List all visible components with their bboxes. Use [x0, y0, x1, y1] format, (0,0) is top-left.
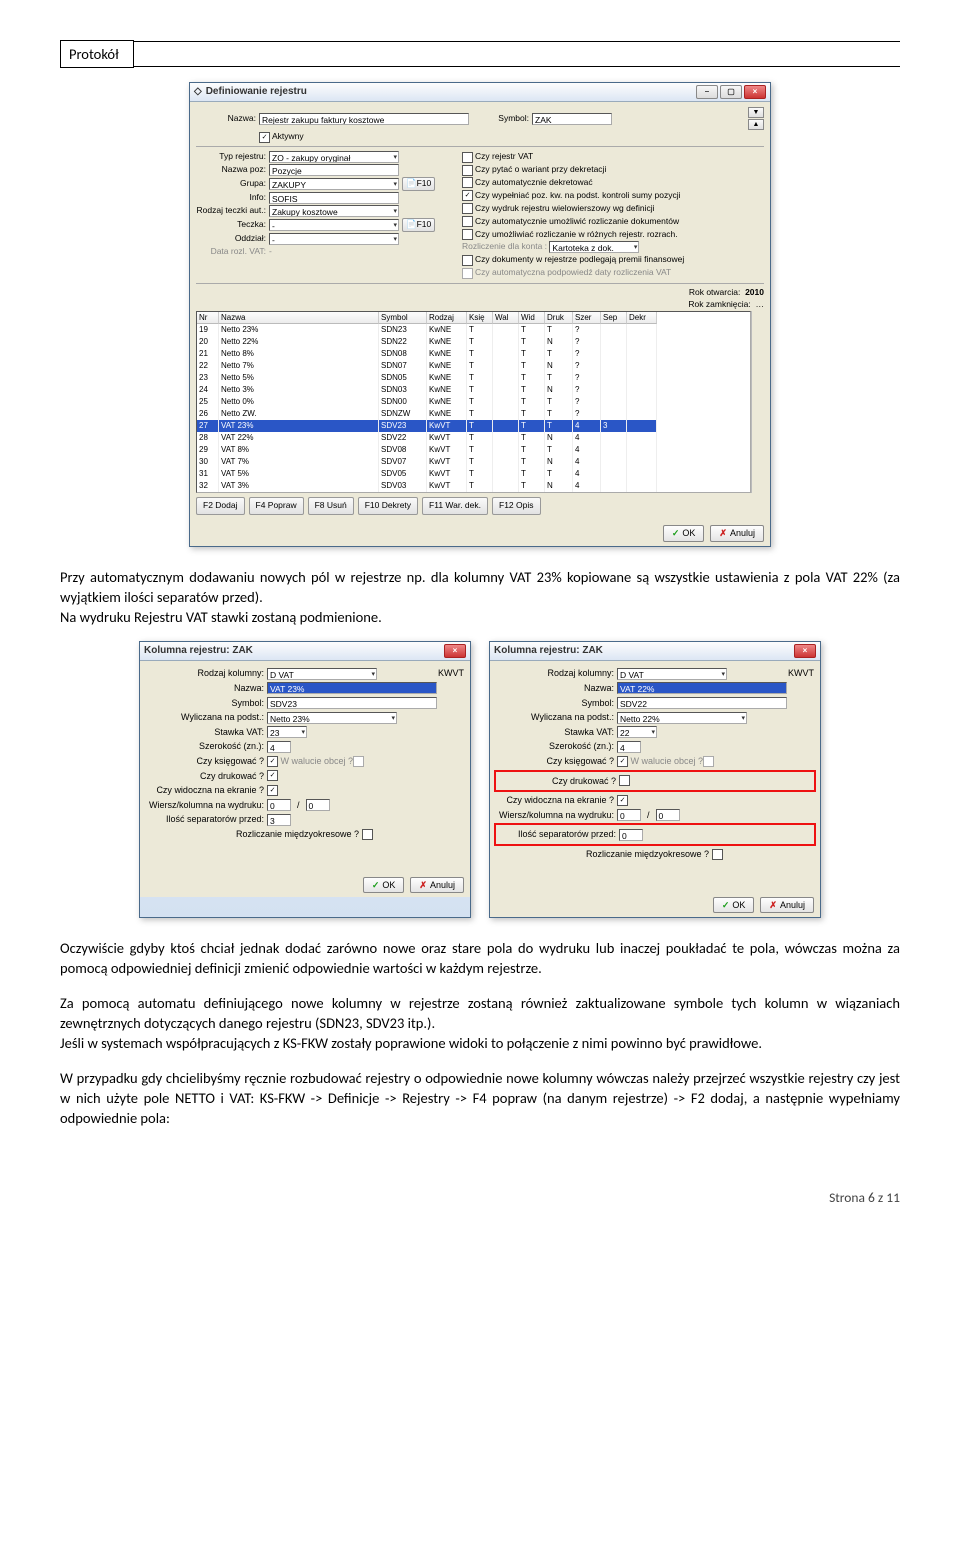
select-typ-rejestru[interactable]: ZO - zakupy oryginał: [269, 151, 399, 163]
label-nazwa: Nazwa:: [196, 113, 259, 125]
select-rodzaj-teczki[interactable]: Zakupy kosztowe: [269, 205, 399, 217]
table-scrollbar[interactable]: [751, 311, 764, 493]
table-row[interactable]: 19Netto 23%SDN23KwNETTT?: [197, 324, 750, 336]
input-nazwa[interactable]: Rejestr zakupu faktury kosztowe: [259, 113, 469, 125]
checkbox[interactable]: ✓: [267, 770, 278, 781]
ok-button[interactable]: ✓OK: [363, 877, 405, 894]
checkbox[interactable]: ✓: [267, 756, 278, 767]
cancel-button[interactable]: ✗Anuluj: [410, 877, 464, 894]
toolbar-button[interactable]: F11 War. dek.: [422, 497, 488, 515]
input-nazwa[interactable]: VAT 23%: [267, 682, 437, 694]
toolbar-button[interactable]: F4 Popraw: [249, 497, 304, 515]
toolbar-button[interactable]: F10 Dekrety: [358, 497, 418, 515]
checkbox[interactable]: Czy dokumenty w rejestrze podlegają prem…: [462, 254, 684, 266]
toolbar-button[interactable]: F12 Opis: [492, 497, 541, 515]
page-header: Protokół: [60, 40, 900, 68]
select-oddzial[interactable]: -: [269, 233, 399, 245]
checkbox[interactable]: [619, 775, 630, 786]
table-row[interactable]: 26Netto ZW.SDNZWKwNETTT?: [197, 408, 750, 420]
table-row[interactable]: 27VAT 23%SDV23KwVTTTT43: [197, 420, 750, 432]
checkbox[interactable]: ✓Czy wypełniać poz. kw. na podst. kontro…: [462, 190, 681, 202]
ok-button[interactable]: ✓OK: [713, 897, 755, 914]
arrow-up-button[interactable]: ▲: [748, 119, 764, 130]
input-nazwa-poz[interactable]: Pozycje: [269, 164, 399, 176]
checkbox: [353, 756, 364, 767]
table-row[interactable]: 21Netto 8%SDN08KwNETTT?: [197, 348, 750, 360]
table-row[interactable]: 25Netto 0%SDN00KwNETTT?: [197, 396, 750, 408]
checkbox[interactable]: Czy rejestr VAT: [462, 151, 533, 163]
table-row[interactable]: 20Netto 22%SDN22KwNETTN?: [197, 336, 750, 348]
close-button[interactable]: ×: [444, 644, 466, 658]
table-row[interactable]: 32VAT 3%SDV03KwVTTTN4: [197, 480, 750, 492]
checkbox[interactable]: Czy umożliwiać rozliczanie w różnych rej…: [462, 229, 678, 241]
table-row[interactable]: 23Netto 5%SDN05KwNETTT?: [197, 372, 750, 384]
checkbox: Czy automatyczna podpowiedź daty rozlicz…: [462, 267, 671, 279]
checkbox[interactable]: ✓: [617, 756, 628, 767]
checkbox[interactable]: Czy wydruk rejestru wielowierszowy wg de…: [462, 203, 655, 215]
paragraph-5: W przypadku gdy chcielibyśmy ręcznie roz…: [60, 1068, 900, 1129]
header-label: Protokół: [60, 40, 134, 68]
titlebar: ◇ Definiowanie rejestru – ▢ ×: [190, 83, 770, 102]
input-symbol[interactable]: ZAK: [532, 113, 612, 125]
columns-table[interactable]: NrNazwaSymbolRodzajKsięWalWidDrukSzerSep…: [196, 311, 751, 493]
checkbox[interactable]: ✓: [617, 795, 628, 806]
table-row[interactable]: 24Netto 3%SDN03KwNETTN?: [197, 384, 750, 396]
dialog-kolumna-rejestru: Kolumna rejestru: ZAK×Rodzaj kolumny:D V…: [139, 641, 471, 918]
select-teczka[interactable]: -: [269, 219, 399, 231]
table-row[interactable]: 28VAT 22%SDV22KwVTTTN4: [197, 432, 750, 444]
f10-button-2[interactable]: 📄F10: [402, 218, 435, 232]
checkbox[interactable]: Czy automatycznie umożliwić rozliczanie …: [462, 216, 679, 228]
dialog-kolumna-rejestru: Kolumna rejestru: ZAK×Rodzaj kolumny:D V…: [489, 641, 821, 918]
checkbox-aktywny[interactable]: ✓Aktywny: [259, 131, 304, 143]
cancel-button[interactable]: ✗Anuluj: [760, 897, 814, 914]
toolbar-button[interactable]: F2 Dodaj: [196, 497, 245, 515]
checkbox: [703, 756, 714, 767]
paragraph-4: Za pomocą automatu definiującego nowe ko…: [60, 993, 900, 1054]
toolbar-button[interactable]: F8 Usuń: [308, 497, 354, 515]
f10-button-1[interactable]: 📄F10: [402, 177, 435, 191]
close-button[interactable]: ×: [744, 85, 766, 99]
header-rule: [134, 41, 900, 67]
cancel-button[interactable]: ✗Anuluj: [710, 525, 764, 542]
arrow-down-button[interactable]: ▼: [748, 107, 764, 118]
select-grupa[interactable]: ZAKUPY: [269, 178, 399, 190]
input-nazwa[interactable]: VAT 22%: [617, 682, 787, 694]
label-symbol: Symbol:: [469, 113, 532, 125]
close-button[interactable]: ×: [794, 644, 816, 658]
minimize-button[interactable]: –: [696, 85, 718, 99]
window-title: Definiowanie rejestru: [206, 85, 307, 99]
checkbox[interactable]: [712, 849, 723, 860]
input-info[interactable]: SOFIS: [269, 192, 399, 204]
paragraph-3: Oczywiście gdyby ktoś chciał jednak doda…: [60, 938, 900, 979]
page-footer: Strona 6 z 11: [60, 1189, 900, 1208]
ok-button[interactable]: ✓OK: [663, 525, 705, 542]
dialog-definiowanie-rejestru: ◇ Definiowanie rejestru – ▢ × Nazwa: Rej…: [189, 82, 771, 546]
maximize-button[interactable]: ▢: [720, 85, 742, 99]
checkbox[interactable]: Czy pytać o wariant przy dekretacji: [462, 164, 606, 176]
checkbox[interactable]: Czy automatycznie dekretować: [462, 177, 593, 189]
checkbox[interactable]: ✓: [267, 785, 278, 796]
table-row[interactable]: 22Netto 7%SDN07KwNETTN?: [197, 360, 750, 372]
table-row[interactable]: 31VAT 5%SDV05KwVTTTT4: [197, 468, 750, 480]
table-row[interactable]: 30VAT 7%SDV07KwVTTTN4: [197, 456, 750, 468]
table-row[interactable]: 29VAT 8%SDV08KwVTTTT4: [197, 444, 750, 456]
app-icon: ◇: [194, 85, 202, 99]
checkbox[interactable]: [362, 829, 373, 840]
paragraph-1: Przy automatycznym dodawaniu nowych pól …: [60, 567, 900, 628]
